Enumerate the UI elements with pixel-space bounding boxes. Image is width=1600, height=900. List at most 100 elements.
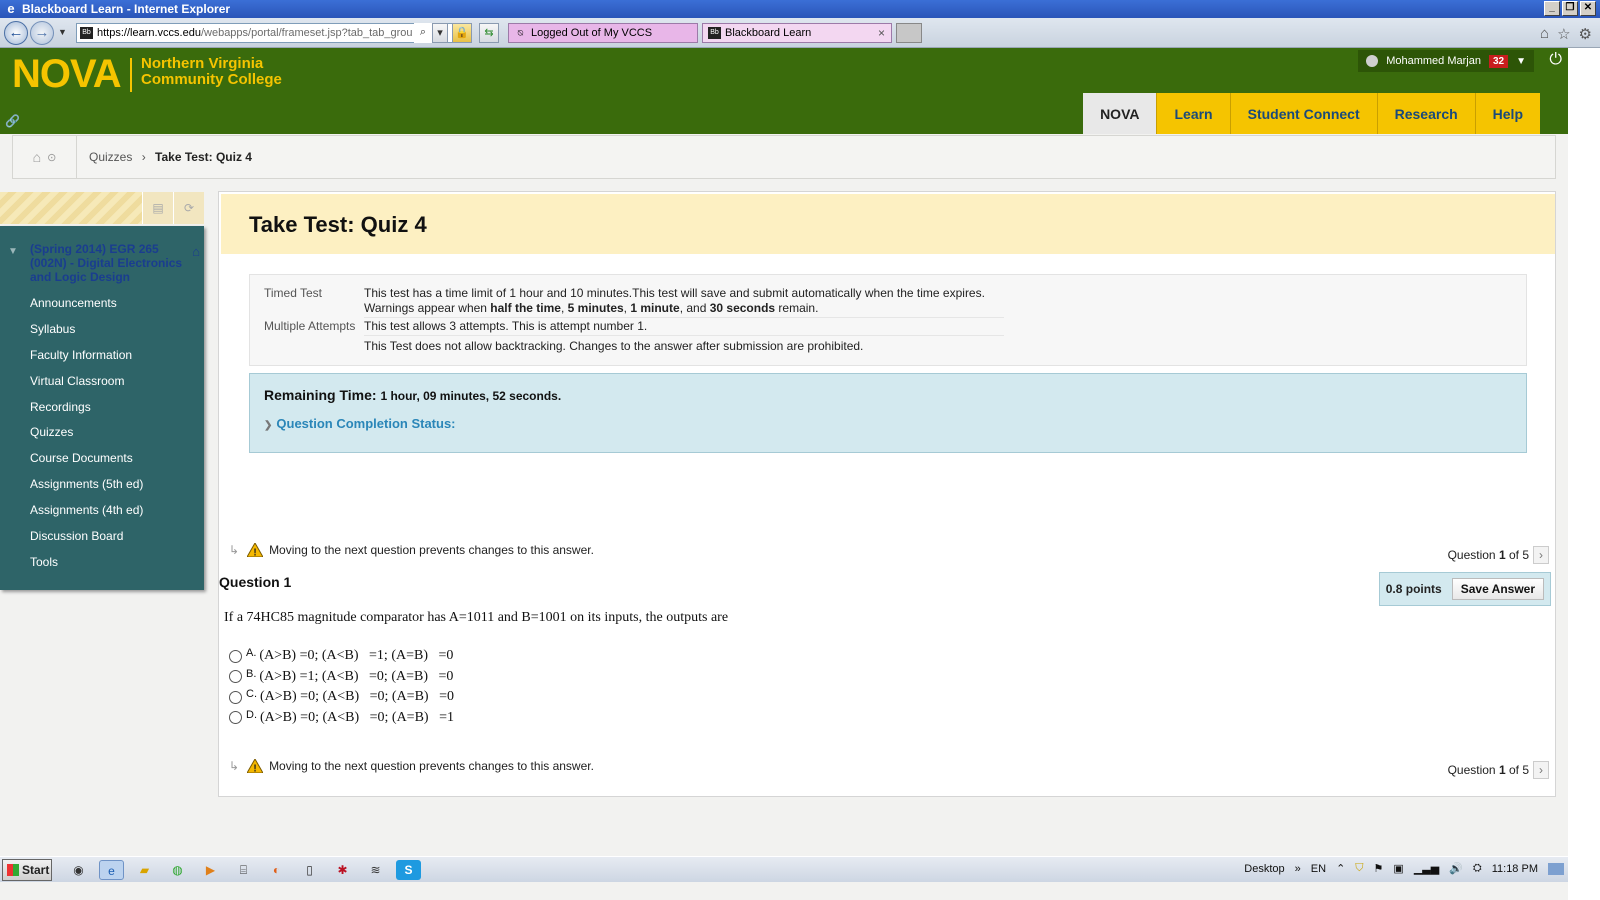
chevron-up-icon[interactable]: ⌃ <box>1336 862 1345 875</box>
firefox-icon[interactable]: ◐ <box>264 860 289 880</box>
connection-icon[interactable]: ≋ <box>363 860 388 880</box>
address-dropdown-icon[interactable]: ▾ <box>432 23 448 43</box>
signal-icon[interactable]: ▁▃▅ <box>1414 862 1439 875</box>
close-tab-icon[interactable]: × <box>878 24 885 42</box>
timed-test-line1: This test has a time limit of 1 hour and… <box>364 286 985 300</box>
document-icon[interactable]: ▯ <box>297 860 322 880</box>
media-player-icon[interactable]: ▶ <box>198 860 223 880</box>
new-tab-button[interactable] <box>896 23 922 43</box>
chevron-right-icon[interactable]: » <box>1295 863 1301 875</box>
next-question-button[interactable]: › <box>1533 546 1549 564</box>
indent-arrow-icon: ↳ <box>229 543 240 557</box>
sidebar-item-recordings[interactable]: Recordings <box>30 400 143 426</box>
history-dropdown-icon[interactable]: ▼ <box>58 27 67 37</box>
breadcrumb-home[interactable]: ⌂ ⊙ <box>13 136 77 178</box>
radio-a[interactable] <box>229 649 242 663</box>
sidebar-item-tools[interactable]: Tools <box>30 555 143 581</box>
app-cluster-icon[interactable]: ✱ <box>330 860 355 880</box>
sidebar-item-course-documents[interactable]: Course Documents <box>30 451 143 477</box>
logo-divider <box>130 58 132 92</box>
clock[interactable]: 11:18 PM <box>1492 863 1538 875</box>
chrome-icon[interactable]: ◍ <box>165 860 190 880</box>
settings-gear-icon[interactable]: ⚙ <box>1579 25 1592 43</box>
breadcrumb-quizzes[interactable]: Quizzes <box>89 150 132 164</box>
home-icon[interactable]: ⌂ <box>33 149 41 165</box>
question-completion-status[interactable]: ❯ Question Completion Status: <box>264 416 456 431</box>
tab-logged-out[interactable]: ⍉ Logged Out of My VCCS <box>508 23 698 43</box>
show-desktop-icon[interactable] <box>1548 862 1564 875</box>
vccs-favicon-icon: ⍉ <box>517 28 524 38</box>
close-window-button[interactable]: ✕ <box>1580 1 1596 16</box>
radio-b[interactable] <box>229 670 242 684</box>
sidebar-item-virtual-classroom[interactable]: Virtual Classroom <box>30 374 143 400</box>
back-button[interactable]: ← <box>4 21 28 45</box>
link-icon[interactable]: 🔗 <box>5 114 20 128</box>
next-question-button[interactable]: › <box>1533 761 1549 779</box>
breadcrumb-current: Take Test: Quiz 4 <box>155 150 252 164</box>
language-indicator[interactable]: EN <box>1311 863 1326 875</box>
restore-button[interactable]: ❐ <box>1562 1 1578 16</box>
tab-nova[interactable]: NOVA <box>1083 93 1157 134</box>
answer-option-c[interactable]: C. (A>B) =0; (A<B) =0; (A=B) =0 <box>229 687 454 708</box>
start-button[interactable]: Start <box>2 859 52 881</box>
security-lock-icon[interactable]: 🔒 <box>452 23 472 43</box>
question-heading: Question 1 <box>219 574 292 590</box>
sidebar-item-discussion-board[interactable]: Discussion Board <box>30 529 143 555</box>
network-icon[interactable]: ⌸ <box>231 860 256 880</box>
device-icon[interactable]: ▣ <box>1393 862 1403 875</box>
favorites-star-icon[interactable]: ☆ <box>1557 25 1570 43</box>
flag-icon[interactable]: ⚑ <box>1374 862 1384 875</box>
answer-option-b[interactable]: B. (A>B) =1; (A<B) =0; (A=B) =0 <box>229 667 454 688</box>
tab-blackboard[interactable]: Bb Blackboard Learn × <box>702 23 892 43</box>
ie-logo-icon: e <box>7 1 15 16</box>
sidebar-item-syllabus[interactable]: Syllabus <box>30 322 143 348</box>
chevron-down-icon[interactable]: ▼ <box>1516 56 1526 67</box>
tab-learn[interactable]: Learn <box>1156 93 1230 134</box>
skype-icon[interactable]: S <box>396 860 421 880</box>
answer-option-a[interactable]: A. (A>B) =0; (A<B) =1; (A=B) =0 <box>229 646 454 667</box>
sidebar-tools: ▤ ⟳ <box>142 192 204 224</box>
address-bar[interactable]: Bb https://learn.vccs.edu/webapps/portal… <box>76 23 454 43</box>
internet-explorer-icon[interactable]: e <box>99 860 124 880</box>
shield-icon[interactable]: ⛉ <box>1355 862 1363 875</box>
tab-student-connect[interactable]: Student Connect <box>1229 93 1377 134</box>
tab-help[interactable]: Help <box>1474 93 1540 134</box>
tab-research[interactable]: Research <box>1376 93 1475 134</box>
breadcrumb-trail: Quizzes › Take Test: Quiz 4 <box>77 150 252 164</box>
radio-c[interactable] <box>229 690 242 704</box>
answer-option-d[interactable]: D. (A>B) =0; (A<B) =0; (A=B) =1 <box>229 708 454 729</box>
sidebar-item-quizzes[interactable]: Quizzes <box>30 425 143 451</box>
folder-icon[interactable]: ▰ <box>132 860 157 880</box>
forward-button[interactable]: → <box>30 21 54 45</box>
notification-badge[interactable]: 32 <box>1488 54 1509 68</box>
sidebar-item-assignments-4th[interactable]: Assignments (4th ed) <box>30 503 143 529</box>
sidebar-item-assignments-5th[interactable]: Assignments (5th ed) <box>30 477 143 503</box>
search-icon[interactable]: ⌕ <box>414 23 432 43</box>
college-name-line2: Community College <box>141 71 282 88</box>
course-title[interactable]: (Spring 2014) EGR 265 (002N) - Digital E… <box>30 242 188 284</box>
desktop-toolbar[interactable]: Desktop <box>1244 863 1284 875</box>
nova-logo[interactable]: NOVA <box>12 52 122 97</box>
logout-power-icon[interactable]: ⏻ <box>1549 51 1562 69</box>
network-tray-icon[interactable]: ⛭ <box>1473 862 1482 875</box>
course-menu: ▼ (Spring 2014) EGR 265 (002N) - Digital… <box>0 226 204 590</box>
sidebar-item-faculty-information[interactable]: Faculty Information <box>30 348 143 374</box>
radio-d[interactable] <box>229 711 242 725</box>
volume-icon[interactable]: 🔊 <box>1449 862 1463 875</box>
minimize-button[interactable]: _ <box>1544 1 1560 16</box>
answer-options: A. (A>B) =0; (A<B) =1; (A=B) =0 B. (A>B) =… <box>229 646 454 728</box>
user-menu[interactable]: Mohammed Marjan 32 ▼ <box>1358 50 1534 72</box>
refresh-icon[interactable]: ⇆ <box>479 23 499 43</box>
home-icon[interactable]: ⌂ <box>1540 25 1549 43</box>
chevron-down-icon[interactable]: ⊙ <box>47 151 56 164</box>
question-points-box: 0.8 points Save Answer <box>1378 572 1551 606</box>
save-answer-button[interactable]: Save Answer <box>1451 578 1544 600</box>
app-icon[interactable]: ◉ <box>66 860 91 880</box>
course-home-icon[interactable]: ⌂ <box>192 244 200 259</box>
collapse-triangle-icon[interactable]: ▼ <box>8 246 18 257</box>
folder-view-icon[interactable]: ▤ <box>142 192 173 224</box>
option-text: (A>B) =0; (A<B) =1; (A=B) =0 <box>259 648 454 664</box>
refresh-icon[interactable]: ⟳ <box>173 192 204 224</box>
sidebar-item-announcements[interactable]: Announcements <box>30 296 143 322</box>
page-title-box: Take Test: Quiz 4 <box>221 194 1555 254</box>
